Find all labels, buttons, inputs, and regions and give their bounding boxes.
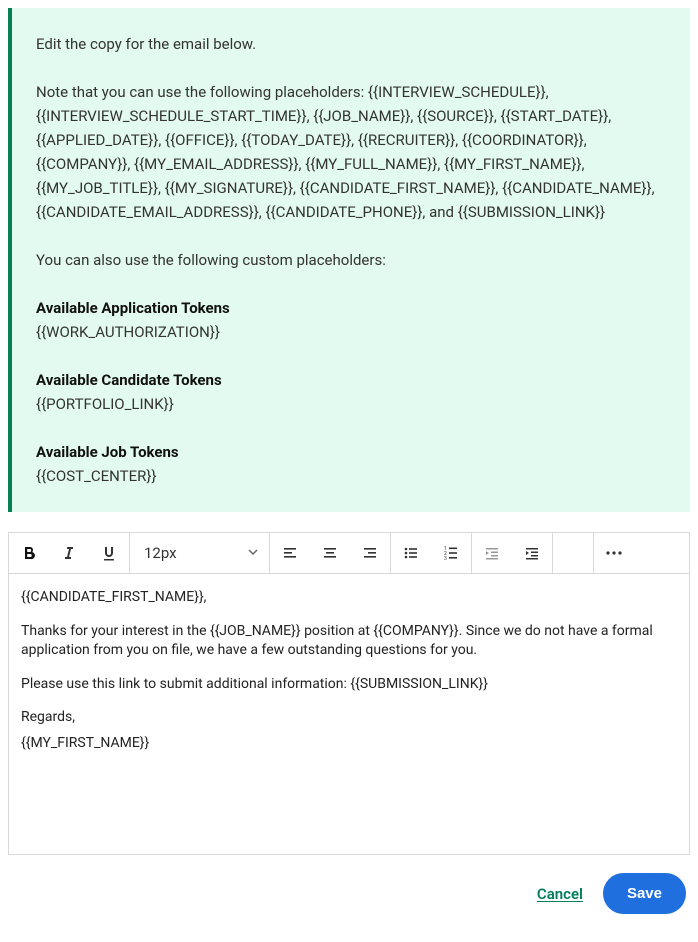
ordered-list-icon: 123	[443, 545, 459, 561]
font-size-value: 12px	[144, 544, 177, 562]
info-intro: Edit the copy for the email below.	[36, 32, 666, 56]
info-placeholders: Note that you can use the following plac…	[36, 80, 666, 224]
info-custom-intro: You can also use the following custom pl…	[36, 248, 666, 272]
editor-content-area[interactable]: {{CANDIDATE_FIRST_NAME}}, Thanks for you…	[9, 574, 689, 854]
align-center-icon	[322, 545, 338, 561]
cand-tokens-list: {{PORTFOLIO_LINK}}	[36, 392, 666, 416]
align-left-icon	[282, 545, 298, 561]
app-tokens-list: {{WORK_AUTHORIZATION}}	[36, 320, 666, 344]
bold-button[interactable]	[9, 533, 49, 573]
outdent-button[interactable]	[472, 533, 512, 573]
bold-icon	[21, 545, 37, 561]
font-size-select[interactable]: 12px	[130, 533, 270, 573]
svg-text:3: 3	[444, 556, 447, 561]
align-center-button[interactable]	[310, 533, 350, 573]
info-panel: Edit the copy for the email below. Note …	[8, 8, 690, 512]
outdent-icon	[484, 545, 500, 561]
align-left-button[interactable]	[270, 533, 310, 573]
cand-tokens-heading: Available Candidate Tokens	[36, 371, 222, 389]
underline-icon	[101, 545, 117, 561]
editor-line: Please use this link to submit additiona…	[21, 675, 677, 695]
save-button[interactable]: Save	[603, 873, 686, 914]
ordered-list-button[interactable]: 123	[431, 533, 471, 573]
editor-line: Thanks for your interest in the {{JOB_NA…	[21, 622, 677, 661]
italic-button[interactable]	[49, 533, 89, 573]
indent-icon	[524, 545, 540, 561]
job-tokens-heading: Available Job Tokens	[36, 443, 179, 461]
more-icon	[605, 545, 623, 561]
cancel-button[interactable]: Cancel	[537, 885, 583, 903]
italic-icon	[61, 545, 77, 561]
job-tokens-list: {{COST_CENTER}}	[36, 464, 666, 488]
align-right-button[interactable]	[350, 533, 390, 573]
editor-line: {{MY_FIRST_NAME}}	[21, 734, 677, 754]
editor-line: {{CANDIDATE_FIRST_NAME}},	[21, 588, 677, 608]
editor-line: Regards,	[21, 708, 677, 728]
chevron-down-icon	[247, 544, 259, 562]
unordered-list-button[interactable]	[391, 533, 431, 573]
align-right-icon	[362, 545, 378, 561]
editor-toolbar: 12px	[9, 533, 689, 574]
horizontal-rule-button[interactable]	[553, 533, 593, 573]
underline-button[interactable]	[89, 533, 129, 573]
indent-button[interactable]	[512, 533, 552, 573]
rich-text-editor: 12px	[8, 532, 690, 855]
action-bar: Cancel Save	[8, 855, 690, 924]
more-options-button[interactable]	[594, 533, 634, 573]
app-tokens-heading: Available Application Tokens	[36, 299, 230, 317]
unordered-list-icon	[403, 545, 419, 561]
